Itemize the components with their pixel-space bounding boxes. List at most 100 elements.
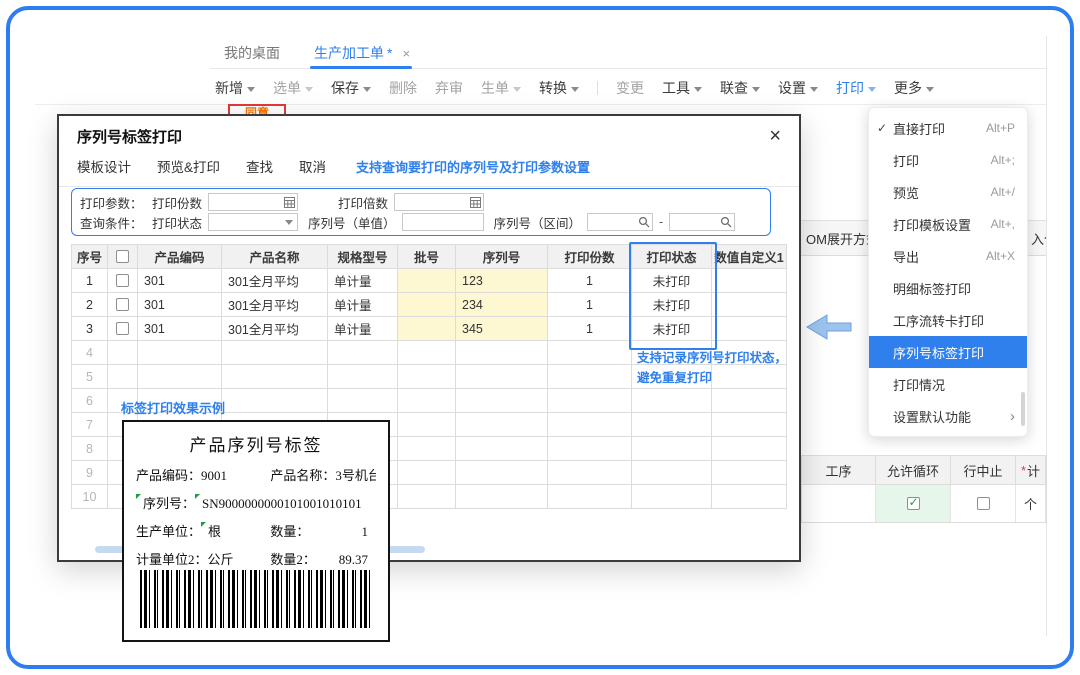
bg-column-header: *计: [1016, 456, 1046, 484]
chevron-down-icon: [305, 87, 313, 92]
menu-item-direct-print[interactable]: ✓直接打印Alt+P: [869, 112, 1027, 144]
calculator-icon[interactable]: [470, 197, 481, 208]
menu-item-serial-label-print[interactable]: 序列号标签打印: [869, 336, 1027, 368]
table-cell: [712, 293, 787, 317]
column-header-seq: 序号: [72, 245, 108, 269]
menu-item-print[interactable]: 打印Alt+;: [869, 144, 1027, 176]
table-cell: [456, 437, 548, 461]
select-all-checkbox[interactable]: [116, 250, 129, 263]
toolbar-button-change[interactable]: 变更: [616, 78, 644, 98]
tab-my-desktop[interactable]: 我的桌面: [224, 38, 280, 68]
table-cell: [456, 389, 548, 413]
toolbar-button-convert[interactable]: 转换: [539, 78, 579, 98]
dialog-menu-preview-print[interactable]: 预览&打印: [157, 156, 220, 176]
label-example-link[interactable]: 标签打印效果示例: [121, 398, 225, 417]
table-cell: [632, 389, 712, 413]
toolbar-button-select-order[interactable]: 选单: [273, 78, 313, 98]
status-note-text: 支持记录序列号打印状态， 避免重复打印: [637, 348, 817, 388]
menu-item-process-flow-card-print[interactable]: 工序流转卡打印: [869, 304, 1027, 336]
table-cell: 10: [72, 485, 108, 509]
toolbar-button-unapprove[interactable]: 弃审: [435, 78, 463, 98]
menu-item-label: 设置默认功能: [893, 407, 1010, 426]
table-cell: 301: [138, 317, 222, 341]
cell-corner-marker-icon: [201, 522, 206, 527]
menu-item-print-status[interactable]: 打印情况: [869, 368, 1027, 400]
grid-cell-unit: 个: [1016, 485, 1046, 522]
dialog-menu-find[interactable]: 查找: [246, 156, 273, 176]
menu-scrollbar[interactable]: [1021, 392, 1025, 426]
table-cell: 单计量: [328, 269, 398, 293]
line-abort-checkbox[interactable]: [977, 497, 990, 510]
serial-range-end-input[interactable]: [669, 213, 735, 231]
table-cell: 345: [456, 317, 548, 341]
toolbar-button-delete[interactable]: 删除: [389, 78, 417, 98]
table-cell: [548, 365, 632, 389]
table-cell: [712, 317, 787, 341]
label-field-value: 9001: [201, 468, 227, 484]
menu-item-print-template-settings[interactable]: 打印模板设置Alt+,: [869, 208, 1027, 240]
menu-item-set-default-function[interactable]: 设置默认功能›: [869, 400, 1027, 432]
tab-bar: 我的桌面 生产加工单 * ×: [210, 38, 1046, 69]
table-cell: [222, 341, 328, 365]
dialog-menu-items: 模板设计 预览&打印 查找 取消: [77, 156, 326, 176]
search-icon[interactable]: [720, 216, 732, 228]
table-cell: 1: [72, 269, 108, 293]
menu-item-label: 预览: [893, 183, 983, 202]
table-cell: 1: [548, 269, 632, 293]
table-cell: 单计量: [328, 317, 398, 341]
serial-single-input[interactable]: [402, 213, 484, 231]
toolbar-button-settings[interactable]: 设置: [778, 78, 818, 98]
copies-label: 打印份数: [152, 193, 202, 212]
row-checkbox[interactable]: [116, 322, 129, 335]
menu-item-export[interactable]: 导出Alt+X: [869, 240, 1027, 272]
row-checkbox[interactable]: [116, 274, 129, 287]
multiple-input[interactable]: [394, 193, 484, 211]
label-field-value: 根: [208, 521, 221, 540]
grid-cell-allow-loop: [876, 485, 951, 522]
label-field-value: 1: [362, 524, 377, 540]
table-cell: [138, 365, 222, 389]
dialog-menu-cancel[interactable]: 取消: [299, 156, 326, 176]
label-field-name: 计量单位2：: [136, 549, 208, 568]
serial-range-start-input[interactable]: [587, 213, 653, 231]
toolbar-button-tools[interactable]: 工具: [662, 78, 702, 98]
search-icon[interactable]: [638, 216, 650, 228]
table-cell: [398, 341, 456, 365]
table-cell: 未打印: [632, 293, 712, 317]
background-grid-row: 个: [801, 485, 1047, 523]
toolbar-button-linked-query[interactable]: 联查: [720, 78, 760, 98]
allow-loop-checkbox[interactable]: [907, 497, 920, 510]
table-row: 3301301全月平均单计量3451未打印: [72, 317, 787, 341]
table-cell: [712, 437, 787, 461]
table-cell: 301: [138, 293, 222, 317]
row-checkbox[interactable]: [116, 298, 129, 311]
tab-production-order[interactable]: 生产加工单 * ×: [314, 38, 410, 68]
toolbar-button-print[interactable]: 打印: [836, 78, 876, 98]
table-cell: 5: [72, 365, 108, 389]
menu-shortcut: Alt+;: [991, 153, 1015, 167]
toolbar-button-generate-order[interactable]: 生单: [481, 78, 521, 98]
toolbar-button-label: 变更: [616, 78, 644, 98]
toolbar: 新增选单 保存删除弃审生单转换 变更工具联查设置 打印更多: [215, 72, 1046, 104]
calculator-icon[interactable]: [284, 197, 295, 208]
menu-item-preview[interactable]: 预览Alt+/: [869, 176, 1027, 208]
print-status-label: 打印状态: [152, 213, 202, 232]
toolbar-button-save[interactable]: 保存: [331, 78, 371, 98]
copies-input[interactable]: [208, 193, 298, 211]
toolbar-button-label: 选单: [273, 78, 301, 98]
dialog-title: 序列号标签打印: [77, 126, 182, 147]
toolbar-button-new[interactable]: 新增: [215, 78, 255, 98]
column-header: 打印份数: [548, 245, 632, 269]
menu-item-detail-label-print[interactable]: 明细标签打印: [869, 272, 1027, 304]
barcode-image: [140, 570, 372, 628]
dialog-close-icon[interactable]: ×: [769, 126, 781, 146]
dialog-menu-template-design[interactable]: 模板设计: [77, 156, 131, 176]
table-cell: 301全月平均: [222, 293, 328, 317]
toolbar-divider-line: [35, 104, 1046, 105]
table-header-row: 序号产品编码产品名称规格型号批号序列号打印份数打印状态数值自定义1: [72, 245, 787, 269]
tab-close-icon[interactable]: ×: [402, 46, 410, 61]
table-cell: [138, 341, 222, 365]
print-status-select[interactable]: [208, 213, 298, 231]
toolbar-button-label: 设置: [778, 78, 806, 98]
toolbar-button-more[interactable]: 更多: [894, 78, 934, 98]
